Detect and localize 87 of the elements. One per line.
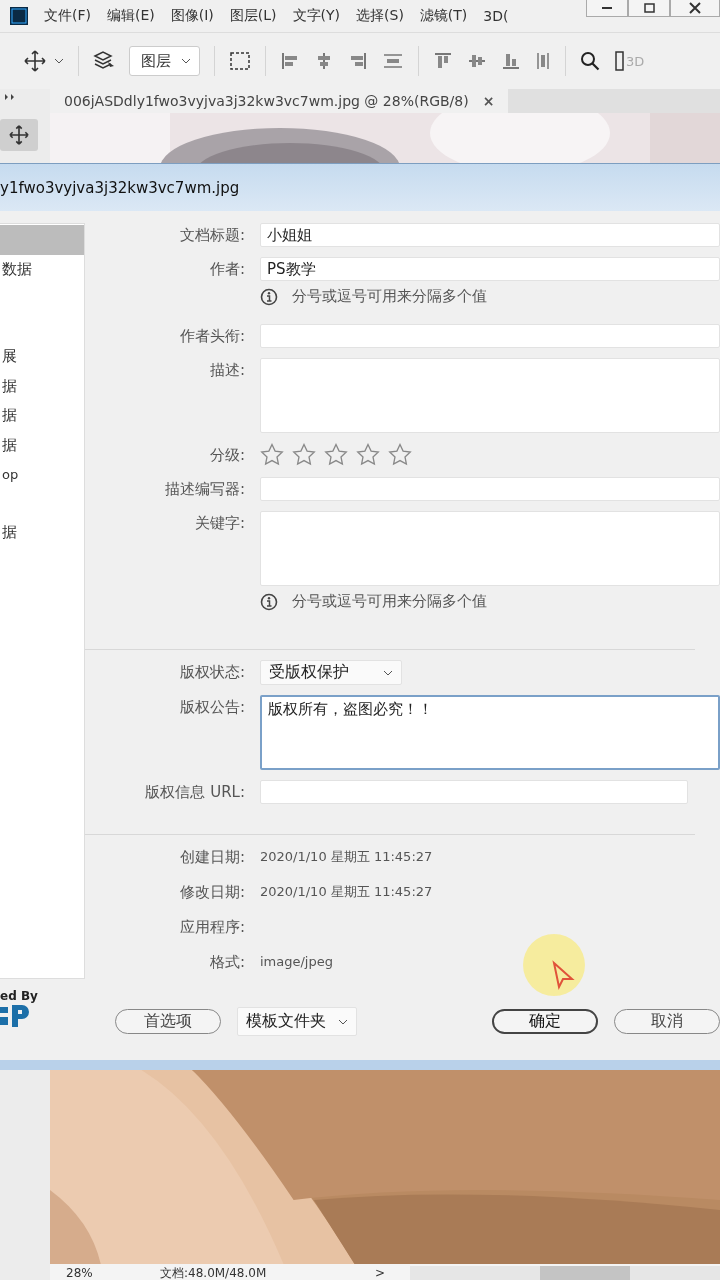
field-label: 版权公告: [178, 697, 245, 718]
align-bottom-icon[interactable] [501, 51, 521, 71]
menu-item[interactable]: 选择(S) [356, 7, 404, 25]
distribute-icon[interactable] [382, 51, 404, 71]
close-button[interactable] [670, 0, 720, 17]
caret-icon [383, 669, 393, 676]
info-icon [260, 592, 278, 611]
document-tab[interactable]: 006jASDdly1fwo3vyjva3j32kw3vc7wm.jpg @ 28%(RGB/8) × [50, 89, 509, 113]
text-field[interactable]: 小姐姐 [260, 223, 720, 247]
text-field[interactable]: PS教学 [260, 257, 720, 281]
menu-item[interactable]: 滤镜(T) [419, 7, 468, 25]
menu-item[interactable]: 文字(Y) [292, 7, 341, 25]
caret-icon[interactable] [54, 58, 64, 64]
field-label: 应用程序: [178, 917, 245, 938]
category-item[interactable]: 数据 [0, 254, 84, 284]
copyright-dropdown[interactable]: 受版权保护 [260, 660, 402, 685]
field-label: 分级: [208, 445, 245, 466]
field-label: 关键字: [193, 513, 245, 534]
zoom-level[interactable]: 28% [50, 1266, 110, 1280]
move-icon[interactable] [24, 50, 46, 72]
rating-star[interactable] [260, 443, 284, 466]
category-item[interactable]: 据 [0, 371, 84, 401]
field-label: 创建日期: [178, 847, 245, 868]
document-size: 文档:48.0M/48.0M [160, 1264, 268, 1280]
move-icon [9, 125, 29, 145]
field-label: 描述编写器: [163, 479, 245, 500]
field-label: 作者: [208, 259, 245, 280]
url-field[interactable] [260, 780, 688, 804]
horizontal-scrollbar[interactable] [410, 1266, 720, 1280]
field-label: 描述: [208, 360, 245, 381]
hint-text: 分号或逗号可用来分隔多个值 [292, 592, 487, 611]
text-area[interactable]: 版权所有，盗图必究！！ [260, 695, 720, 770]
align-right-icon[interactable] [348, 51, 368, 71]
field-label: 版权状态: [178, 662, 245, 683]
close-icon [688, 1, 702, 15]
minimize-button[interactable] [586, 0, 628, 17]
align-left-icon[interactable] [280, 51, 300, 71]
rating-star[interactable] [324, 443, 348, 466]
minimize-icon [602, 7, 612, 9]
menu-item[interactable]: 编辑(E) [107, 7, 155, 25]
search-icon[interactable] [580, 51, 600, 71]
field-label: 作者头衔: [178, 326, 245, 347]
status-menu-arrow[interactable]: > [350, 1266, 410, 1280]
dialog-title: y1fwo3vyjva3j32kw3vc7wm.jpg [0, 178, 240, 197]
rating-star[interactable] [356, 443, 380, 466]
menu-item[interactable]: 文件(F) [44, 7, 91, 25]
dialog-button[interactable]: 首选项 [115, 1009, 221, 1034]
category-item[interactable]: op [0, 460, 84, 490]
menu-item[interactable]: 3D( [483, 8, 509, 24]
category-item[interactable]: 据 [0, 517, 84, 547]
dialog-button[interactable]: 取消 [614, 1009, 720, 1034]
category-item[interactable]: 展 [0, 342, 84, 372]
distribute-vertical-icon[interactable] [535, 51, 551, 71]
category-item[interactable]: 据 [0, 430, 84, 460]
field-label: 修改日期: [178, 882, 245, 903]
hint-text: 分号或逗号可用来分隔多个值 [292, 287, 487, 306]
field-value: 2020/1/10 星期五 11:45:27 [260, 883, 433, 901]
menu-item[interactable]: 图层(L) [229, 7, 277, 25]
transform-controls-icon[interactable] [229, 51, 251, 71]
app-logo-icon [10, 7, 28, 25]
field-label: 版权信息 URL: [144, 782, 245, 803]
rating-star[interactable] [292, 443, 316, 466]
align-top-icon[interactable] [433, 51, 453, 71]
restore-icon [642, 1, 656, 15]
field-value: 2020/1/10 星期五 11:45:27 [260, 848, 433, 866]
3d-mode-label: 3D [626, 53, 645, 69]
close-tab-button[interactable]: × [482, 93, 495, 109]
3d-mode-icon[interactable] [614, 50, 624, 72]
move-tool-button[interactable] [0, 119, 38, 151]
info-icon [260, 287, 278, 306]
field-value: image/jpeg [260, 953, 333, 971]
restore-button[interactable] [628, 0, 670, 17]
layer-dropdown[interactable]: 图层 [129, 46, 200, 76]
text-field[interactable] [260, 477, 720, 501]
text-field[interactable] [260, 324, 720, 348]
layers-icon[interactable] [93, 50, 115, 72]
category-item[interactable]: 据 [0, 401, 84, 431]
cursor-highlight-icon [522, 933, 586, 997]
powered-by-text: ed By [0, 989, 39, 1003]
caret-icon [181, 58, 191, 64]
field-label: 文档标题: [178, 225, 245, 246]
rating-star[interactable] [388, 443, 412, 466]
dialog-button[interactable]: 确定 [492, 1009, 598, 1034]
template-folder-dropdown[interactable]: 模板文件夹 [237, 1007, 357, 1036]
caret-icon [338, 1018, 348, 1025]
field-label: 格式: [208, 952, 245, 973]
menu-item[interactable]: 图像(I) [170, 7, 214, 25]
